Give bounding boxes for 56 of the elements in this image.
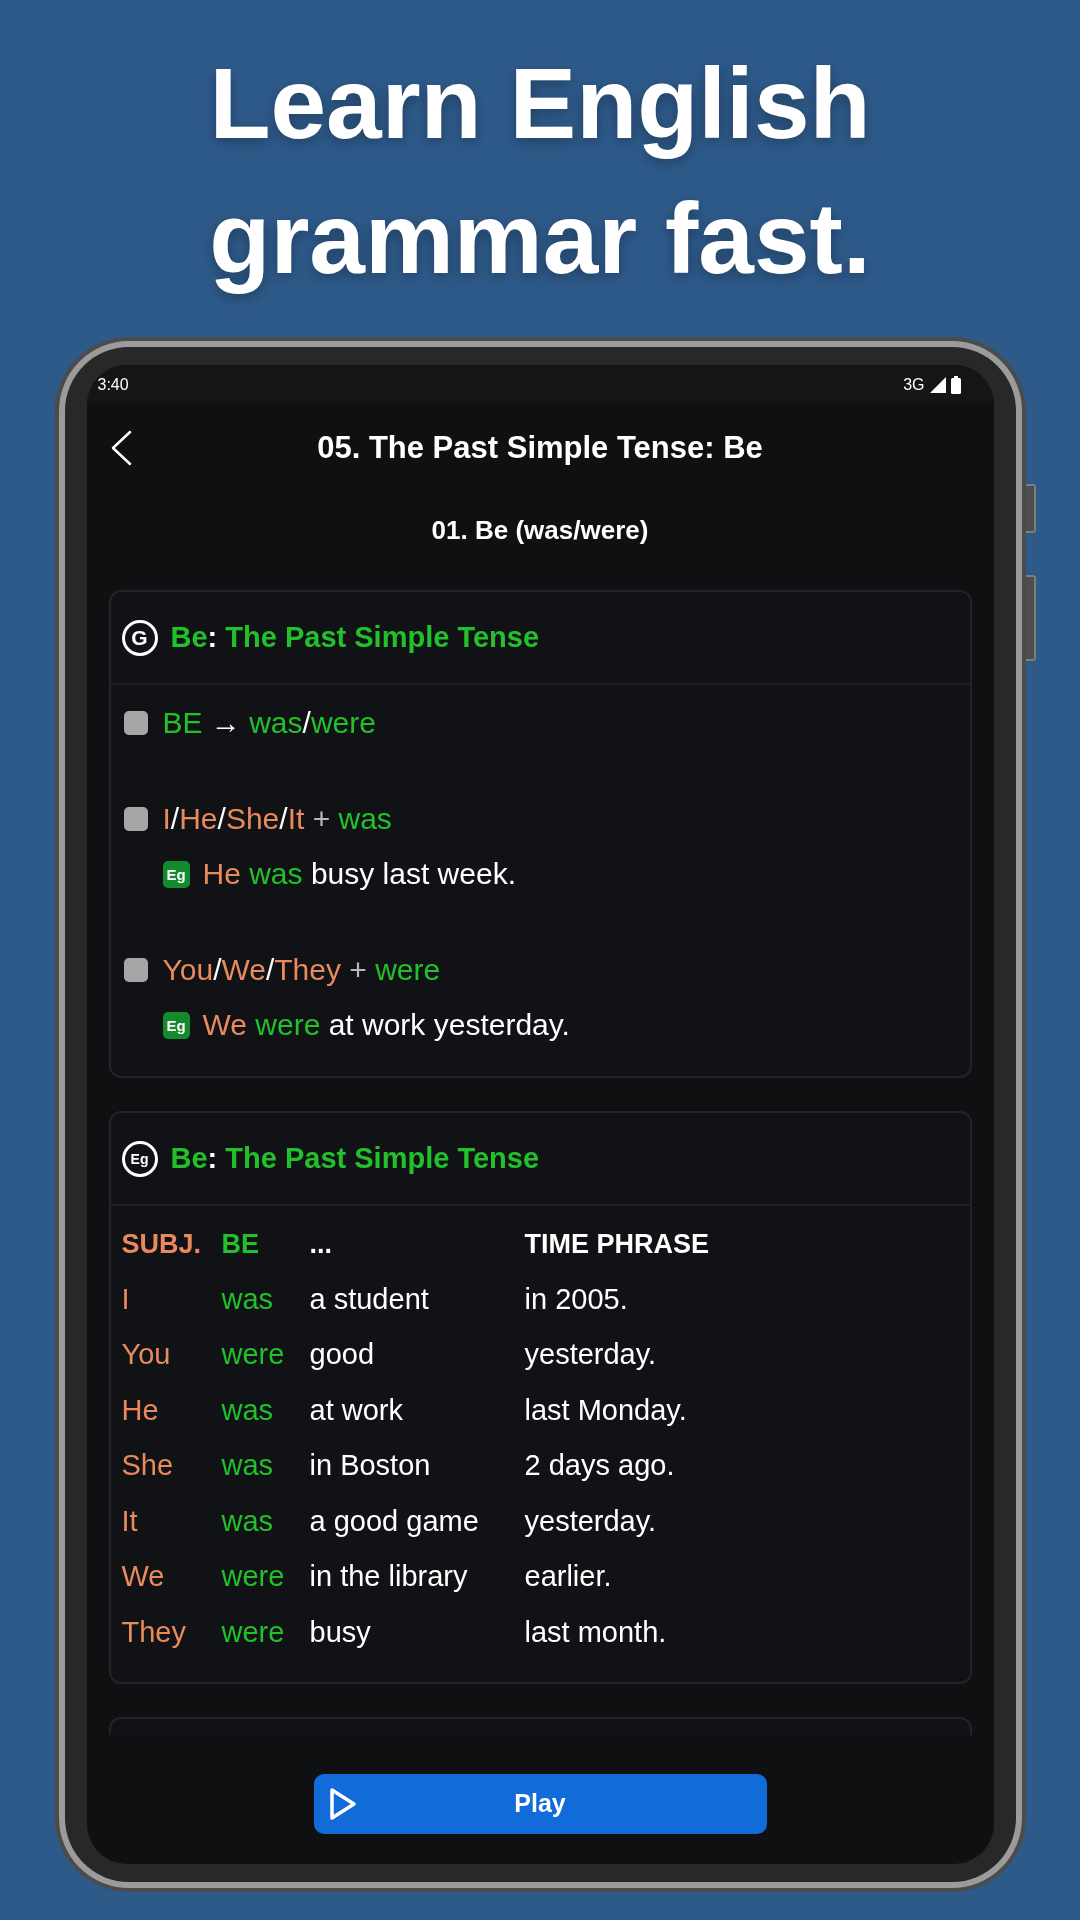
section-badge: Eg <box>121 1140 158 1177</box>
network-label: 3G <box>903 374 925 395</box>
card-title: Be: The Past Simple Tense <box>170 619 540 655</box>
table-cell-text: in Boston <box>309 1448 431 1483</box>
table-cell-text: good <box>309 1337 374 1372</box>
table-cell-text: were <box>221 1614 285 1650</box>
play-button[interactable]: Play <box>313 1774 767 1834</box>
column-header: BE <box>221 1227 259 1261</box>
table-cell-text: last month. <box>524 1614 667 1650</box>
table-cell-text: I <box>121 1281 130 1317</box>
status-time: 3:40 <box>97 374 129 395</box>
table-cell-text: were <box>221 1337 285 1372</box>
table-cell-text: It <box>121 1503 138 1539</box>
battery-icon <box>950 375 961 394</box>
table-cell-text: yesterday. <box>524 1337 657 1372</box>
table-cell-text: a student <box>309 1281 429 1317</box>
signal-icon <box>929 376 946 393</box>
bullet-icon <box>123 807 148 831</box>
example-sentence: He was busy last week. <box>202 856 516 892</box>
table-cell-text: was <box>221 1448 274 1483</box>
example-badge: Eg <box>162 1011 190 1039</box>
table-cell-text: was <box>221 1392 274 1428</box>
table-cell-text: earlier. <box>524 1559 612 1594</box>
bullet-icon <box>123 958 148 982</box>
table-cell-text: yesterday. <box>524 1503 657 1539</box>
table-cell-text: was <box>221 1281 274 1317</box>
play-icon <box>328 1787 357 1821</box>
bullet-icon <box>123 711 148 735</box>
back-chevron-icon <box>109 430 132 466</box>
table-cell-text: busy <box>309 1614 371 1650</box>
rule-text: I/He/She/It + was <box>162 801 392 837</box>
column-header: ... <box>309 1227 332 1261</box>
column-header: SUBJ. <box>121 1227 202 1261</box>
card-title: Be: The Past Simple Tense <box>170 1140 540 1176</box>
screen-title: 05. The Past Simple Tense: Be <box>316 428 764 467</box>
lesson-subtitle: 01. Be (was/were) <box>431 513 649 547</box>
table-cell-text: was <box>221 1503 274 1539</box>
table-cell-text: He <box>121 1392 159 1428</box>
table-cell-text: last Monday. <box>524 1392 687 1428</box>
table-cell-text: You <box>121 1337 171 1372</box>
table-cell-text: in the library <box>309 1559 468 1594</box>
table-cell-text: 2 days ago. <box>524 1448 675 1483</box>
headline: Learn English grammar fast. <box>208 46 872 296</box>
table-cell-text: They <box>121 1614 186 1650</box>
table-cell-text: were <box>221 1559 285 1594</box>
table-cell-text: a good game <box>309 1503 479 1539</box>
column-header: TIME PHRASE <box>524 1227 710 1261</box>
rule-text: You/We/They + were <box>162 952 441 988</box>
table-cell-text: We <box>121 1559 165 1594</box>
rule-text: BE → was/were <box>162 705 376 741</box>
table-cell-text: at work <box>309 1392 403 1428</box>
table-cell-text: She <box>121 1448 174 1483</box>
section-badge: G <box>121 619 158 656</box>
example-sentence: We were at work yesterday. <box>202 1007 570 1043</box>
example-badge: Eg <box>162 860 190 888</box>
table-cell-text: in 2005. <box>524 1281 628 1317</box>
